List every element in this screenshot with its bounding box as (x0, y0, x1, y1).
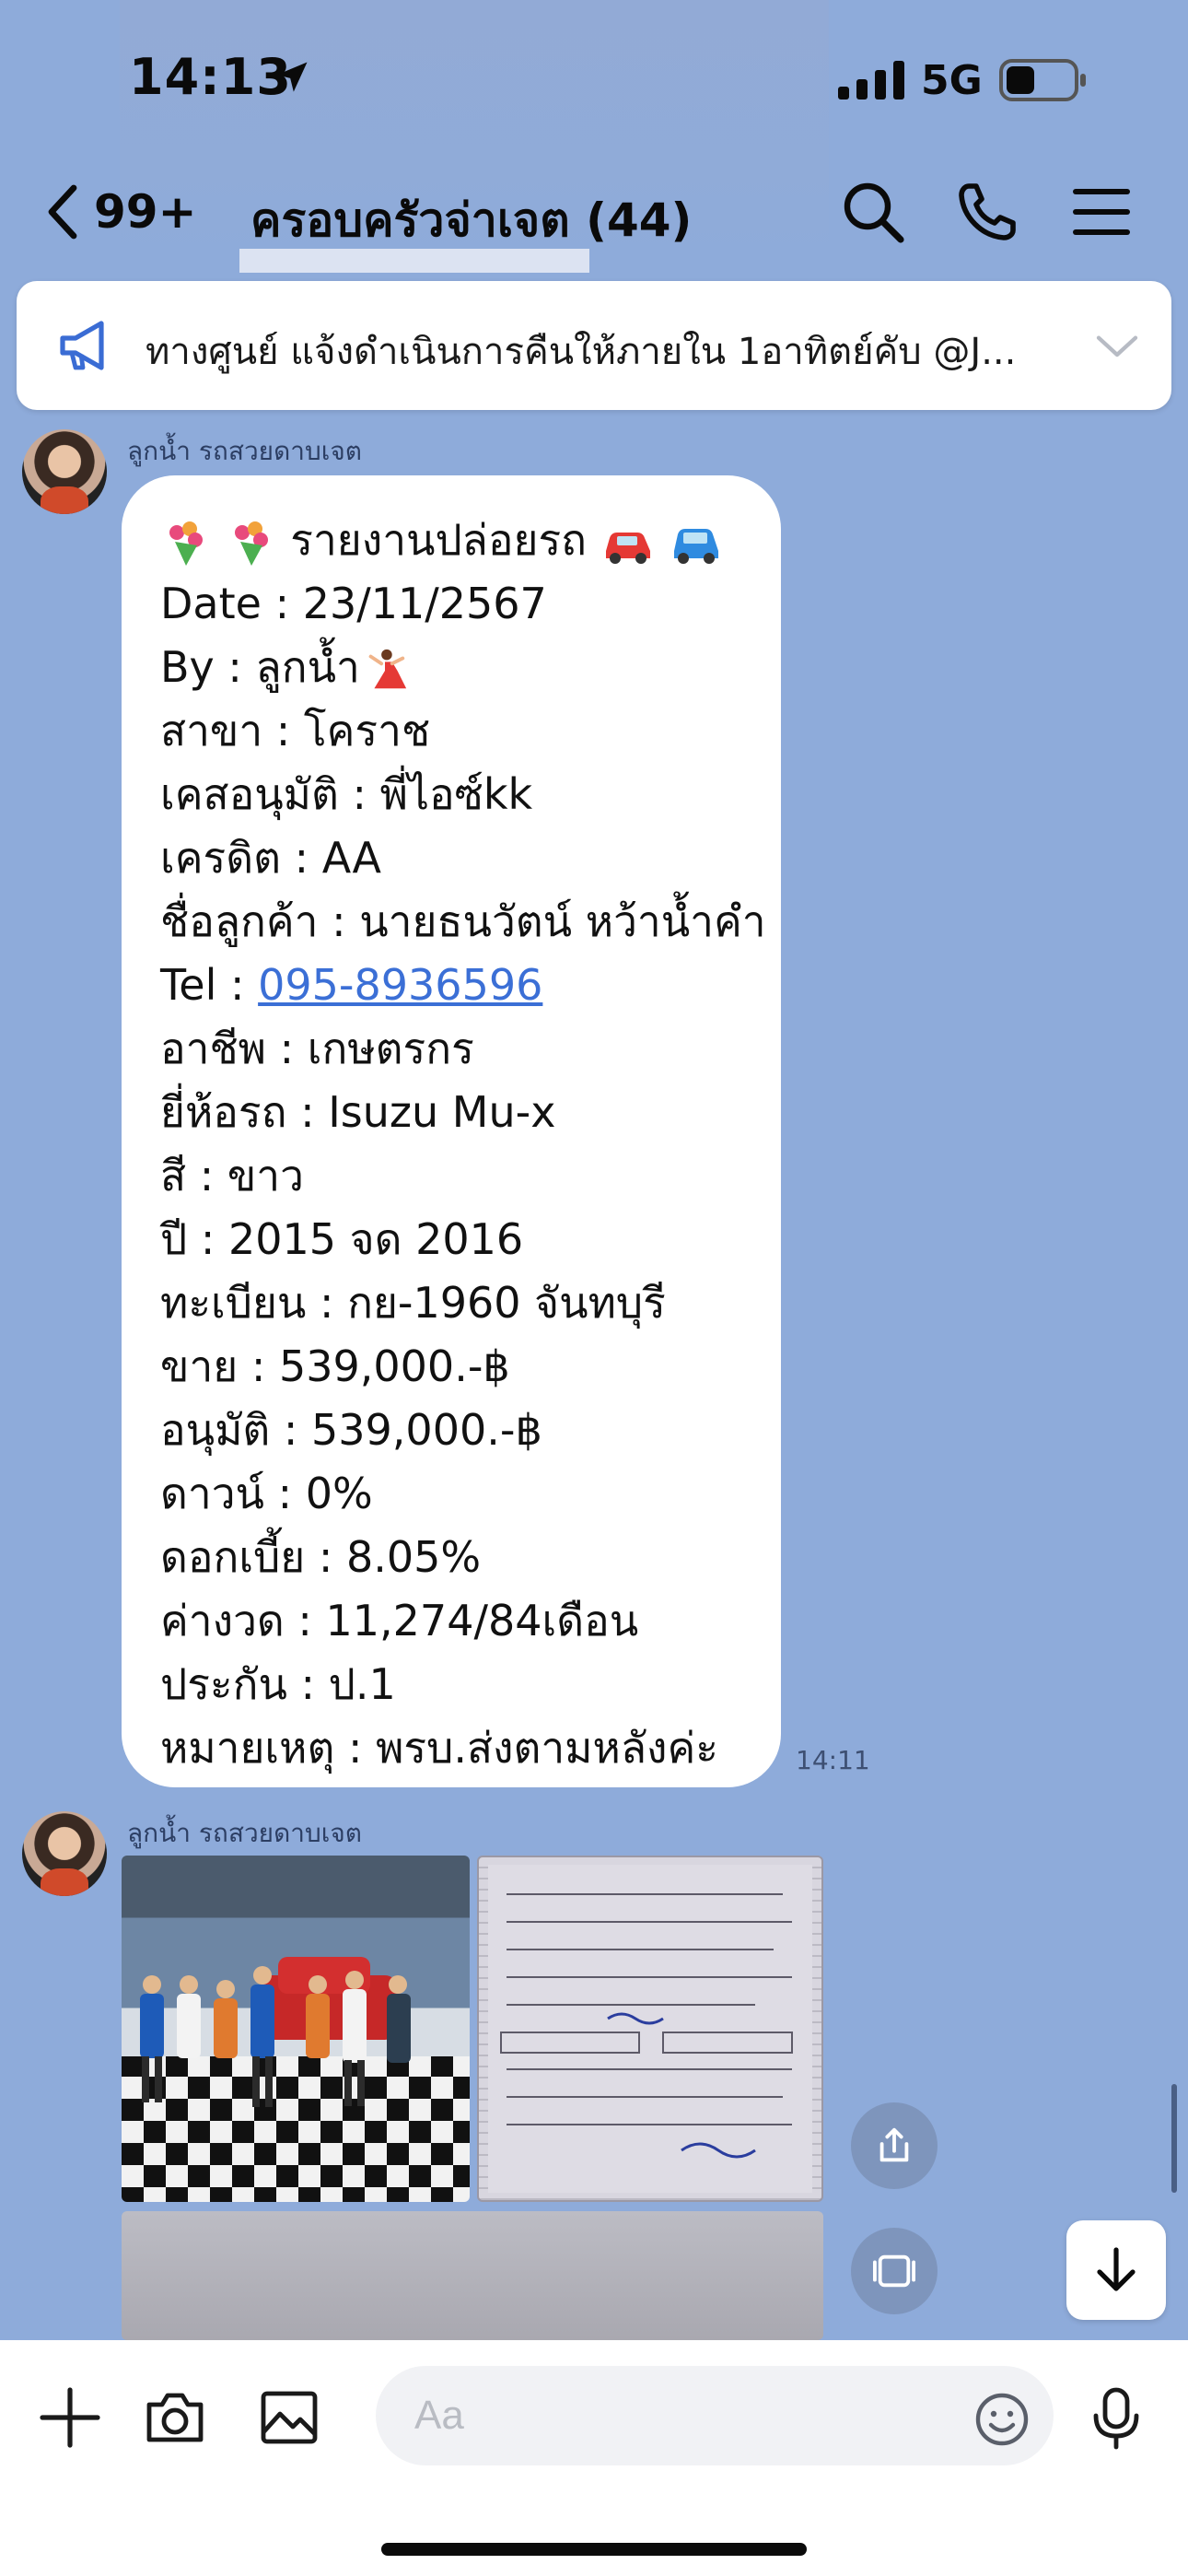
report-down: ดาวน์ : 0% (160, 1469, 373, 1518)
image-icon[interactable] (256, 2384, 322, 2451)
share-button[interactable] (851, 2102, 938, 2189)
report-note: หมายเหตุ : พรบ.ส่งตามหลังค่ะ (160, 1723, 718, 1773)
announcement-text: ทางศูนย์ แจ้งดำเนินการคืนให้ภายใน 1อาทิต… (146, 331, 1017, 373)
back-button[interactable]: 99+ (44, 175, 196, 249)
report-title: รายงานปล่อยรถ (290, 515, 588, 565)
report-insurance: ประกัน : ป.1 (160, 1659, 396, 1709)
sender-name: ลูกน้ำ รถสวยดาบเจต (127, 1818, 362, 1848)
bouquet-icon (234, 521, 268, 566)
battery-icon (999, 59, 1086, 101)
sender-avatar[interactable] (22, 1811, 107, 1896)
report-tel-line: Tel : 095-8936596 (160, 954, 744, 1017)
message-bubble[interactable]: รายงานปล่อยรถ Date : 23/11/2567 By : ลูก… (122, 475, 781, 1787)
announcement-banner[interactable]: ทางศูนย์ แจ้งดำเนินการคืนให้ภายใน 1อาทิต… (17, 281, 1171, 410)
message-input-bar (0, 2340, 1188, 2576)
search-icon[interactable] (840, 179, 906, 245)
photo-contract-document[interactable] (477, 1856, 823, 2202)
photo-delivery-group[interactable] (122, 1856, 470, 2202)
report-installment: ค่างวด : 11,274/84เดือน (160, 1596, 639, 1645)
microphone-icon[interactable] (1083, 2384, 1149, 2451)
report-credit: เครดิต : AA (160, 833, 381, 883)
status-time: 14:13 (129, 48, 292, 106)
people-with-car-image (140, 1957, 411, 2107)
chat-header: 99+ ครอบครัวจ่าเจต (44) (0, 175, 1188, 249)
camera-icon[interactable] (142, 2384, 208, 2451)
dancer-icon (368, 649, 406, 688)
scrollbar[interactable] (1171, 2084, 1177, 2193)
report-occupation: อาชีพ : เกษตรกร (160, 1024, 474, 1073)
phone-icon[interactable] (954, 179, 1020, 245)
phone-number-link[interactable]: 095-8936596 (258, 960, 542, 1010)
share-icon (879, 2127, 909, 2162)
report-year: ปี : 2015 จด 2016 (160, 1214, 524, 1264)
signal-bars-icon (838, 61, 904, 100)
report-approved: อนุมัติ : 539,000.-฿ (160, 1405, 542, 1455)
location-arrow-icon (276, 62, 308, 92)
chat-title: ครอบครัวจ่าเจต (44) (250, 193, 693, 247)
menu-icon[interactable] (1068, 179, 1135, 245)
message-input[interactable] (376, 2366, 1054, 2465)
report-by-line: By : ลูกน้ำ (160, 636, 744, 699)
status-bar: 14:13 5G (0, 0, 1188, 157)
document-image (488, 1865, 812, 2193)
album-icon (873, 2254, 915, 2288)
report-plate: ทะเบียน : กย-1960 จันทบุรี (160, 1278, 666, 1328)
album-button[interactable] (851, 2228, 938, 2314)
home-indicator (381, 2543, 807, 2556)
message-timestamp: 14:11 (796, 1745, 870, 1775)
unread-count: 99+ (94, 185, 197, 239)
report-brand: ยี่ห้อรถ : Isuzu Mu-x (160, 1087, 556, 1137)
report-by: By : ลูกน้ำ (160, 642, 360, 692)
report-color: สี : ขาว (160, 1151, 304, 1200)
chevron-down-icon[interactable] (1094, 327, 1140, 364)
report-interest: ดอกเบี้ย : 8.05% (160, 1532, 482, 1582)
report-branch: สาขา : โคราช (160, 706, 431, 755)
blue-car-icon (674, 528, 719, 564)
photo-blurred-document[interactable] (122, 2211, 823, 2340)
chevron-left-icon (48, 184, 77, 240)
report-date: Date : 23/11/2567 (160, 579, 547, 628)
arrow-down-icon (1097, 2247, 1136, 2291)
network-type-label: 5G (921, 57, 983, 104)
scroll-to-bottom-button[interactable] (1066, 2220, 1166, 2320)
report-price: ขาย : 539,000.-฿ (160, 1341, 510, 1391)
plus-icon[interactable] (37, 2384, 103, 2451)
bouquet-icon (169, 521, 203, 566)
megaphone-icon (60, 321, 104, 370)
report-customer: ชื่อลูกค้า : นายธนวัตน์ หว้าน้ำคำ (160, 896, 766, 946)
red-car-icon (605, 532, 650, 564)
report-title-line: รายงานปล่อยรถ (160, 509, 744, 572)
report-approver: เคสอนุมัติ : พี่ไอซ์kk (160, 769, 533, 819)
sender-name: ลูกน้ำ รถสวยดาบเจต (127, 436, 362, 466)
emoji-icon[interactable] (973, 2390, 1031, 2449)
tel-label: Tel : (160, 960, 259, 1010)
sender-avatar[interactable] (22, 429, 107, 514)
